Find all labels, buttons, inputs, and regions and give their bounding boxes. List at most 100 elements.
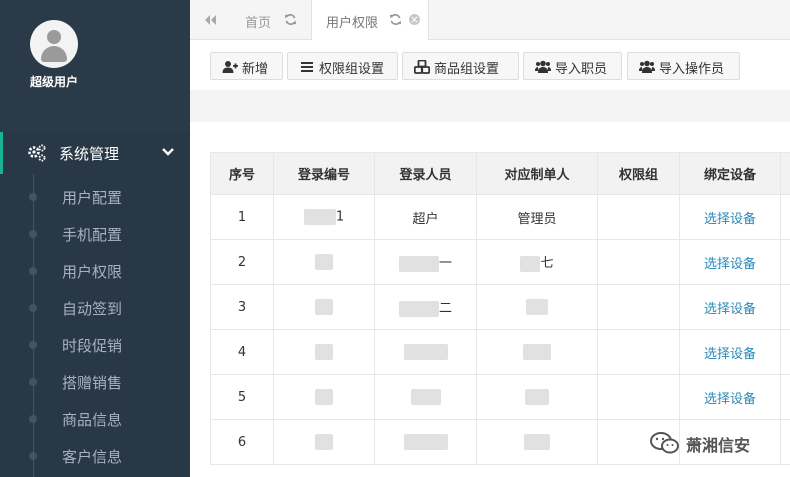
sidebar-item-phone-config[interactable]: 手机配置 [0,215,190,252]
product-group-settings-button[interactable]: 商品组设置 [402,52,519,80]
cell-text: 一 [438,256,452,272]
tab-user-permission[interactable]: 用户权限 [311,0,429,41]
column-header-user[interactable]: 登录人员 [374,152,477,195]
import-staff-button[interactable]: 导入职员 [523,52,622,80]
cell-maker: 管理员 [476,194,598,240]
refresh-icon[interactable] [389,13,402,26]
sidebar-item-auto-checkin[interactable]: 自动签到 [0,289,190,326]
add-button[interactable]: 新增 [210,52,283,80]
cell-text: 超户 [412,211,439,227]
redacted-block [524,434,550,450]
avatar[interactable] [30,20,78,68]
sidebar-item-customer-info[interactable]: 客户信息 [0,437,190,474]
redacted-block [315,344,333,360]
cell-extra [780,419,790,465]
cell-extra [780,374,790,420]
sidebar-item-product-info[interactable]: 商品信息 [0,400,190,437]
bullet-icon [29,452,37,460]
redacted-block [315,299,333,315]
redacted-block [315,254,333,270]
cell-group [597,329,680,375]
cell-login-id [273,374,375,420]
sidebar-item-time-promo[interactable]: 时段促销 [0,326,190,363]
bullet-icon [29,230,37,238]
column-header-login-id[interactable]: 登录编号 [273,152,375,195]
table-row[interactable]: 2 一 七 选择设备 [210,239,790,285]
column-header-group[interactable]: 权限组 [597,152,680,195]
gears-icon [28,144,46,162]
menu-header-label: 系统管理 [59,145,120,163]
permission-group-settings-button[interactable]: 权限组设置 [287,52,398,80]
cell-login-id [273,239,375,285]
column-header-device[interactable]: 绑定设备 [679,152,781,195]
cell-group [597,194,680,240]
users-icon [535,60,551,73]
redacted-block [398,255,439,272]
table-header-row: 序号 登录编号 登录人员 对应制单人 权限组 绑定设备 [210,152,790,195]
import-operator-button[interactable]: 导入操作员 [627,52,740,80]
select-device-link[interactable]: 选择设备 [704,392,756,407]
cell-text: 七 [540,256,554,272]
cell-no: 5 [210,374,274,420]
column-header-maker[interactable]: 对应制单人 [476,152,598,195]
double-chevron-left-icon[interactable] [202,12,218,28]
cell-no: 2 [210,239,274,285]
cell-user [374,374,477,420]
cell-no: 6 [210,419,274,465]
sidebar-item-user-config[interactable]: 用户配置 [0,178,190,215]
menu-system-management[interactable]: 系统管理 [0,132,190,174]
button-label: 导入职员 [555,62,608,77]
redacted-block [403,344,448,360]
column-header-no[interactable]: 序号 [210,152,274,195]
cell-device: 选择设备 [679,194,781,240]
cubes-icon [414,60,430,74]
close-icon[interactable] [409,14,420,25]
cell-login-id [273,419,375,465]
cell-maker [476,284,598,330]
sidebar-item-user-permission[interactable]: 用户权限 [0,252,190,289]
table-row[interactable]: 5 选择设备 [210,374,790,420]
sidebar-item-label: 商品信息 [62,411,123,429]
cell-user: 超户 [374,194,477,240]
toolbar: 新增 权限组设置 商品组设置 导入职员 导入操作员 [190,40,790,90]
user-permission-table-wrapper: 序号 登录编号 登录人员 对应制单人 权限组 绑定设备 1 1 超户 管理员 选… [210,152,790,477]
select-device-link[interactable]: 选择设备 [704,347,756,362]
sidebar-item-label: 时段促销 [62,337,123,355]
avatar-head-icon [47,30,61,44]
table-row[interactable]: 1 1 超户 管理员 选择设备 [210,194,790,240]
cell-device: 选择设备 [679,329,781,375]
button-label: 新增 [242,62,269,77]
redacted-block [315,389,333,405]
sidebar-item-bundle-sales[interactable]: 搭赠销售 [0,363,190,400]
cell-group [597,374,680,420]
cell-no: 1 [210,194,274,240]
tab-home[interactable]: 首页 [230,0,310,40]
select-device-link[interactable]: 选择设备 [704,212,756,227]
tab-bar: 首页 用户权限 [190,0,790,41]
cell-maker [476,419,598,465]
bullet-icon [29,193,37,201]
cell-device: 选择设备 [679,284,781,330]
cell-group [597,284,680,330]
list-icon [301,62,313,72]
bullet-icon [29,341,37,349]
tab-label: 首页 [245,16,272,31]
redacted-block [526,299,548,315]
cell-group [597,239,680,285]
cell-text: 1 [335,209,345,225]
chevron-down-icon [162,148,174,156]
sidebar: 超级用户 系统管理 用户配置 手机配置 用户权限 自动签到 时段促销 搭赠销售 … [0,0,190,477]
redacted-block [523,344,551,360]
cell-login-id [273,329,375,375]
user-permission-table: 序号 登录编号 登录人员 对应制单人 权限组 绑定设备 1 1 超户 管理员 选… [210,152,790,465]
select-device-link[interactable]: 选择设备 [704,302,756,317]
table-row[interactable]: 4 选择设备 [210,329,790,375]
cell-maker: 七 [476,239,598,285]
button-label: 导入操作员 [659,62,725,77]
cell-user: 一 [374,239,477,285]
sidebar-item-label: 手机配置 [62,226,123,244]
refresh-icon[interactable] [284,13,297,26]
select-device-link[interactable]: 选择设备 [704,257,756,272]
table-row[interactable]: 3 二 选择设备 [210,284,790,330]
users-icon [639,60,655,73]
